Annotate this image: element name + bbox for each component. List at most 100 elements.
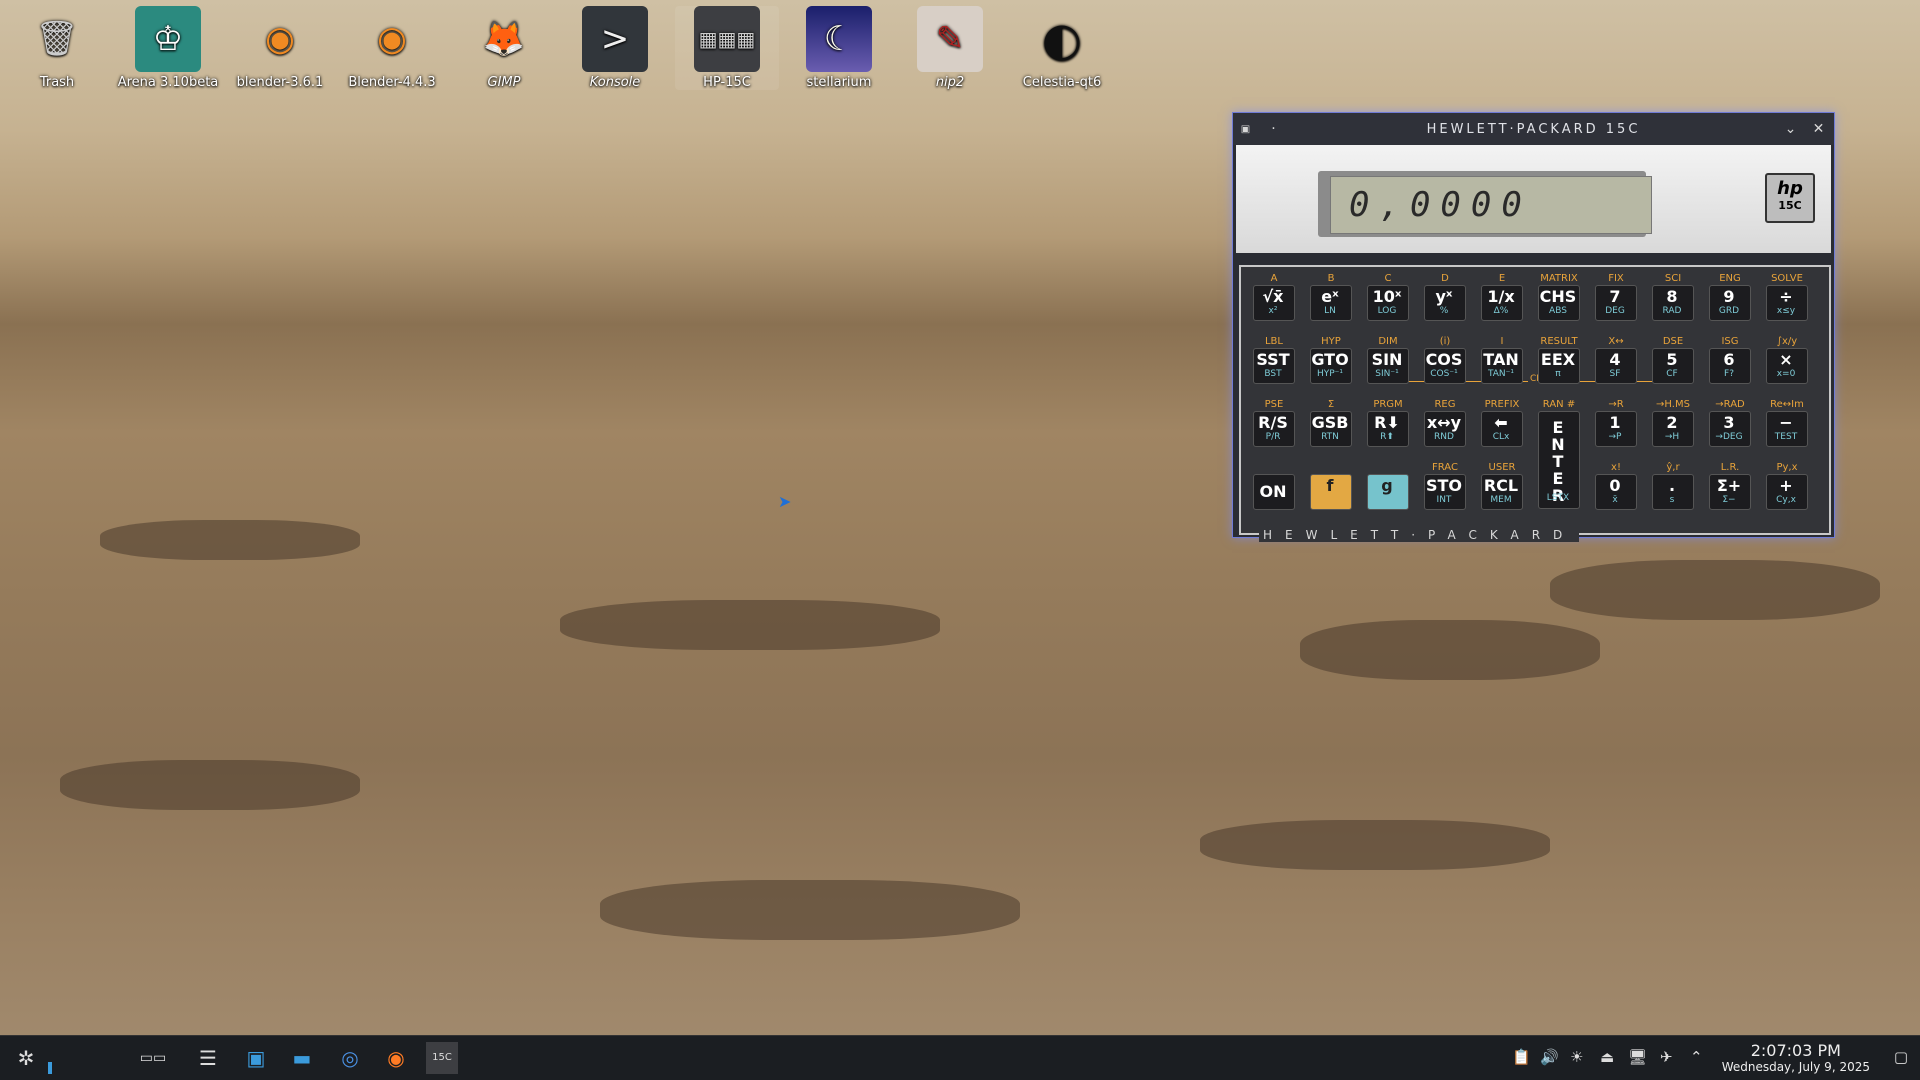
key-2[interactable]: →H.MS 2 →H bbox=[1652, 399, 1694, 447]
key-f[interactable]: f bbox=[1310, 474, 1352, 510]
celestia-icon: ◐ bbox=[1041, 12, 1083, 66]
key--x-[interactable]: A √x̄ x² bbox=[1253, 273, 1295, 321]
key-gto[interactable]: HYP GTO HYP⁻¹ bbox=[1310, 336, 1352, 384]
desktop-icon-nip2[interactable]: ✎ nip2 bbox=[898, 6, 1002, 90]
key--[interactable]: ∫x/y × x=0 bbox=[1766, 336, 1808, 384]
key-3[interactable]: →RAD 3 →DEG bbox=[1709, 399, 1751, 447]
window-titlebar[interactable]: ▣ · HEWLETT·PACKARD 15C ⌄ ✕ bbox=[1233, 113, 1834, 145]
mouse-cursor: ➤ bbox=[778, 492, 792, 511]
key-chs[interactable]: MATRIX CHS ABS bbox=[1538, 273, 1580, 321]
key-1[interactable]: →R 1 →P bbox=[1595, 399, 1637, 447]
key-gold-label: ŷ,r bbox=[1666, 462, 1680, 473]
pin-icon[interactable]: · bbox=[1261, 121, 1289, 137]
key-blue-label: RTN bbox=[1321, 432, 1339, 442]
kdeconnect-icon[interactable]: ✈ bbox=[1660, 1048, 1673, 1066]
hp-badge: hp 15C bbox=[1765, 173, 1815, 223]
key-gsb[interactable]: Σ GSB RTN bbox=[1310, 399, 1352, 447]
key-6[interactable]: ISG 6 F? bbox=[1709, 336, 1751, 384]
clipboard-icon[interactable]: 📋 bbox=[1512, 1048, 1531, 1066]
key-7[interactable]: FIX 7 DEG bbox=[1595, 273, 1637, 321]
gimp-icon: 🦊 bbox=[482, 19, 526, 59]
key-label: STO bbox=[1425, 476, 1463, 495]
key--[interactable]: ŷ,r. s bbox=[1652, 462, 1694, 510]
key-9[interactable]: ENG 9 GRD bbox=[1709, 273, 1751, 321]
app-launcher-icon[interactable]: ✲ bbox=[10, 1042, 42, 1074]
key-10-[interactable]: C 10ˣ LOG bbox=[1367, 273, 1409, 321]
brightness-icon[interactable]: ☀ bbox=[1570, 1048, 1583, 1066]
key-blue-label: ABS bbox=[1549, 306, 1567, 316]
key-5[interactable]: DSE 5 CF bbox=[1652, 336, 1694, 384]
key-gold-label: A bbox=[1270, 273, 1278, 284]
key-r-s[interactable]: PSE R/S P/R bbox=[1253, 399, 1295, 447]
key-gold-label: →R bbox=[1608, 399, 1624, 410]
close-button[interactable]: ✕ bbox=[1806, 121, 1834, 137]
chromium-icon[interactable]: ◎ bbox=[334, 1042, 366, 1074]
network-icon[interactable]: 🖥 bbox=[1628, 1048, 1647, 1066]
key-gold-label: LBL bbox=[1264, 336, 1283, 347]
file-manager-icon[interactable]: ▬ bbox=[286, 1042, 318, 1074]
desktop-icon-arena[interactable]: ♔ Arena 3.10beta bbox=[116, 6, 220, 90]
key-eex[interactable]: RESULT EEX π bbox=[1538, 336, 1580, 384]
key-sst[interactable]: LBL SST BST bbox=[1253, 336, 1295, 384]
key-label: yˣ bbox=[1435, 287, 1453, 306]
key-gold-label: SOLVE bbox=[1771, 273, 1803, 284]
key--[interactable]: Py,x + Cy,x bbox=[1766, 462, 1808, 510]
key-gold-label: D bbox=[1441, 273, 1449, 284]
key-rcl[interactable]: USER RCL MEM bbox=[1481, 462, 1523, 510]
system-settings-icon[interactable]: ☰ bbox=[192, 1042, 224, 1074]
key--[interactable]: L.R. Σ+ Σ− bbox=[1709, 462, 1751, 510]
chess-king-icon: ♔ bbox=[135, 6, 201, 72]
clock[interactable]: 2:07:03 PM Wednesday, July 9, 2025 bbox=[1722, 1041, 1870, 1074]
app-icon[interactable]: ▣ bbox=[1233, 124, 1261, 135]
usb-icon[interactable]: ⏏ bbox=[1600, 1048, 1614, 1066]
key-gold-label: Re↔Im bbox=[1770, 399, 1804, 410]
desktop-icon-gimp[interactable]: 🦊 GIMP bbox=[452, 6, 556, 90]
key-blue-label: x≤y bbox=[1776, 306, 1796, 316]
desktop-icon-konsole[interactable]: > Konsole bbox=[563, 6, 667, 90]
key-blue-label: MEM bbox=[1490, 495, 1512, 505]
key-blue-label: SF bbox=[1609, 369, 1621, 379]
minimize-button[interactable]: ⌄ bbox=[1778, 121, 1806, 137]
key-gold-label: USER bbox=[1488, 462, 1516, 473]
key--[interactable]: PREFIX ⬅ CLx bbox=[1481, 399, 1523, 447]
key-e-[interactable]: Beˣ LN bbox=[1310, 273, 1352, 321]
key-label: ÷ bbox=[1779, 287, 1793, 306]
desktop-icon-blender-4[interactable]: ◉ Blender-4.4.3 bbox=[340, 6, 444, 90]
key--[interactable]: SOLVE ÷ x≤y bbox=[1766, 273, 1808, 321]
key-blue-label: RND bbox=[1434, 432, 1454, 442]
key-cos[interactable]: (i) COS COS⁻¹ bbox=[1424, 336, 1466, 384]
key--[interactable]: Re↔Im − TEST bbox=[1766, 399, 1808, 447]
hp15c-taskbar-icon[interactable]: 15C bbox=[426, 1042, 458, 1074]
key-sin[interactable]: DIM SIN SIN⁻¹ bbox=[1367, 336, 1409, 384]
key-blue-label: TEST bbox=[1774, 432, 1798, 442]
show-desktop-icon[interactable]: ▢ bbox=[1894, 1048, 1908, 1066]
discover-store-icon[interactable]: ▣ bbox=[240, 1042, 272, 1074]
moon-icon: ☾ bbox=[806, 6, 872, 72]
calculator-keyboard: CLEAR HEWLETT·PACKARD A√x̄x²BeˣLNC10ˣLOG… bbox=[1239, 265, 1831, 542]
key-0[interactable]: x! 0 x̄ bbox=[1595, 462, 1637, 510]
key-enter[interactable]: RAN # E N T E R LSTX bbox=[1538, 399, 1580, 509]
firefox-icon[interactable]: ◉ bbox=[380, 1042, 412, 1074]
tray-expand-icon[interactable]: ⌃ bbox=[1690, 1048, 1703, 1066]
key-tan[interactable]: I TAN TAN⁻¹ bbox=[1481, 336, 1523, 384]
desktop-icon-trash[interactable]: 🗑 Trash bbox=[5, 6, 109, 90]
key-y-[interactable]: Dyˣ% bbox=[1424, 273, 1466, 321]
key-on[interactable]: ON bbox=[1253, 474, 1295, 510]
desktop-icon-celestia[interactable]: ◐ Celestia-qt6 bbox=[1010, 6, 1114, 90]
desktop-icon-hp15c[interactable]: ▦▦▦ HP-15C bbox=[675, 6, 779, 90]
key-8[interactable]: SCI 8 RAD bbox=[1652, 273, 1694, 321]
key-sto[interactable]: FRAC STO INT bbox=[1424, 462, 1466, 510]
virtual-desktops-pager[interactable]: ▭▭ bbox=[128, 1042, 178, 1074]
desktop-icon-stellarium[interactable]: ☾ stellarium bbox=[787, 6, 891, 90]
key-label: CHS bbox=[1539, 287, 1577, 306]
key-x-y[interactable]: REG x↔y RND bbox=[1424, 399, 1466, 447]
volume-icon[interactable]: 🔊 bbox=[1540, 1048, 1559, 1066]
key-gold-label: Σ bbox=[1327, 399, 1335, 410]
key-4[interactable]: X↔ 4 SF bbox=[1595, 336, 1637, 384]
key-1-x[interactable]: E 1/x Δ% bbox=[1481, 273, 1523, 321]
key-r-[interactable]: PRGM R⬇ R⬆ bbox=[1367, 399, 1409, 447]
key-g[interactable]: g bbox=[1367, 474, 1409, 510]
key-gold-label: B bbox=[1327, 273, 1335, 284]
desktop-icon-blender-3[interactable]: ◉ blender-3.6.1 bbox=[228, 6, 332, 90]
key-label: 1/x bbox=[1487, 287, 1515, 306]
